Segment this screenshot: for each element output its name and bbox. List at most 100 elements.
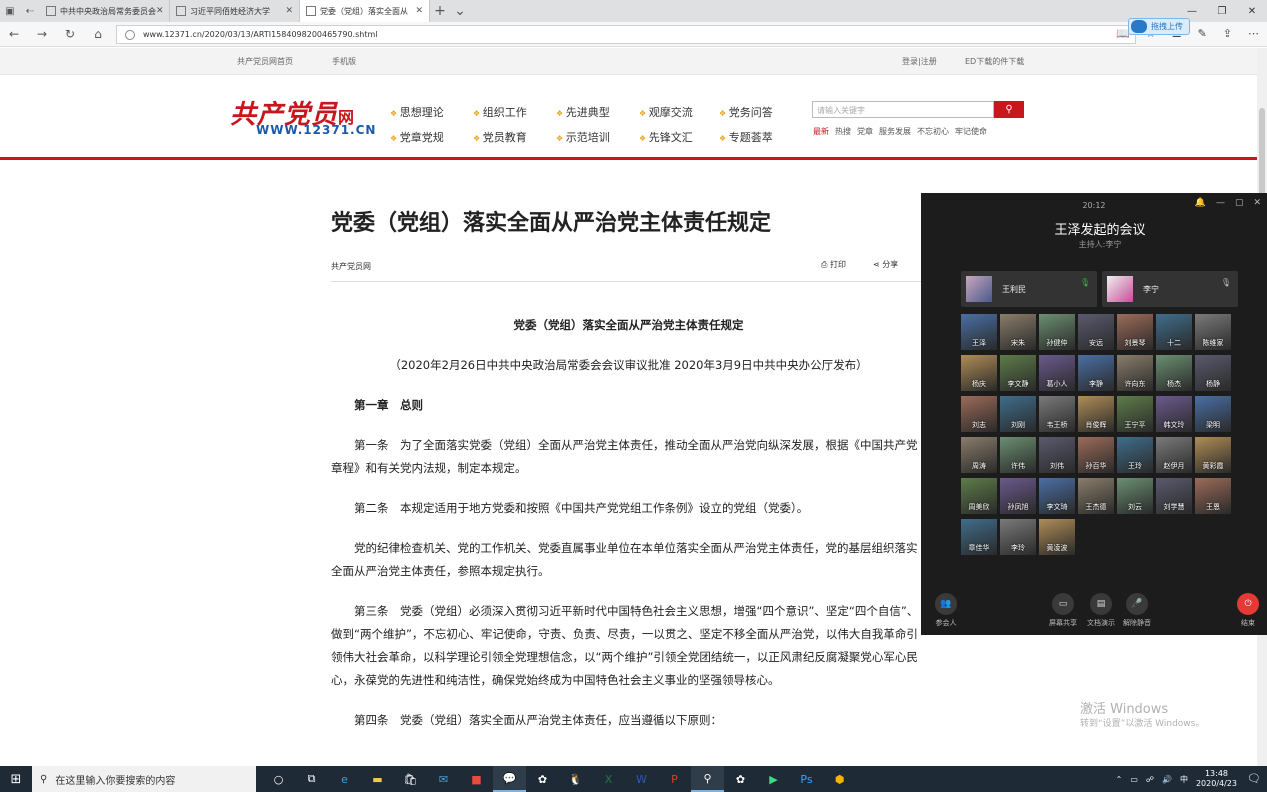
share-button[interactable]: ⋖ 分享	[873, 259, 898, 270]
notification-icon[interactable]: 🗨	[1247, 772, 1261, 785]
wechat-icon[interactable]: 💬	[493, 766, 526, 792]
nav-item[interactable]: 党员教育	[473, 129, 556, 145]
participant-tile[interactable]: 许向东	[1117, 355, 1153, 391]
participant-tile[interactable]: 十二	[1156, 314, 1192, 350]
new-tab-button[interactable]: +	[430, 3, 450, 19]
ime-indicator[interactable]: 中	[1180, 774, 1188, 785]
home-icon[interactable]: ⌂	[84, 27, 112, 41]
more-icon[interactable]: ⋯	[1248, 27, 1259, 40]
screen-share-button[interactable]: ▭ 屏幕共享	[1049, 593, 1077, 628]
participant-tile[interactable]: 宋朱	[1000, 314, 1036, 350]
battery-icon[interactable]: ▭	[1130, 775, 1138, 784]
participant-tile[interactable]: 韩文玲	[1156, 396, 1192, 432]
participant-tile[interactable]: 黄彩霞	[1195, 437, 1231, 473]
hot-link[interactable]: 服务发展	[879, 126, 911, 137]
participant-tile[interactable]: 韦王桥	[1039, 396, 1075, 432]
windows-start-icon[interactable]: ⊞	[0, 766, 32, 792]
volume-icon[interactable]: 🔊	[1162, 775, 1172, 784]
cloud-app-icon[interactable]: ✿	[724, 766, 757, 792]
cortana-icon[interactable]: ○	[262, 766, 295, 792]
notes-icon[interactable]: ✎	[1198, 27, 1207, 40]
nav-item[interactable]: 示范培训	[556, 129, 639, 145]
participant-tile[interactable]: 孙健仲	[1039, 314, 1075, 350]
tab-3-active[interactable]: 党委（党组）落实全面从 ✕	[300, 0, 430, 22]
excel-icon[interactable]: X	[592, 766, 625, 792]
app-icon[interactable]: ⬢	[823, 766, 856, 792]
minimize-icon[interactable]: —	[1216, 198, 1225, 208]
nav-item[interactable]: 先进典型	[556, 104, 639, 120]
meeting-app-icon[interactable]: ✿	[526, 766, 559, 792]
chevron-up-icon[interactable]: ⌃	[1116, 775, 1123, 784]
nav-item[interactable]: 组织工作	[473, 104, 556, 120]
participant-tile[interactable]: 李文琦	[1039, 478, 1075, 514]
restore-icon[interactable]: ❐	[1207, 0, 1237, 22]
maximize-icon[interactable]: ▢	[1235, 198, 1244, 208]
participant-tile[interactable]: 刘伟	[1039, 437, 1075, 473]
chevron-down-icon[interactable]: ⌄	[450, 3, 470, 19]
network-icon[interactable]: ☍	[1146, 775, 1154, 784]
clock[interactable]: 13:48 2020/4/23	[1196, 769, 1237, 789]
hot-link[interactable]: 牢记使命	[955, 126, 987, 137]
app-icon[interactable]: ■	[460, 766, 493, 792]
participant-tile[interactable]: 许伟	[1000, 437, 1036, 473]
participant-tile[interactable]: 王杰德	[1078, 478, 1114, 514]
end-meeting-button[interactable]: ⏻ 结束	[1237, 593, 1259, 628]
back-icon[interactable]: ←	[0, 27, 28, 41]
participant-tile[interactable]: 杨静	[1195, 355, 1231, 391]
close-window-icon[interactable]: ✕	[1237, 0, 1267, 22]
nav-item[interactable]: 党务问答	[719, 104, 799, 120]
tab-1[interactable]: 中共中央政治局常务委员会 ✕	[40, 0, 170, 22]
participant-tile[interactable]: 李静	[1078, 355, 1114, 391]
search-button[interactable]: ⚲	[994, 101, 1024, 118]
mute-button[interactable]: 🎤 解除静音	[1123, 593, 1151, 628]
tab-2[interactable]: 习近平同佰姓经济大学 ✕	[170, 0, 300, 22]
participant-tile[interactable]: 杨杰	[1156, 355, 1192, 391]
participant-tile[interactable]: 刘刚	[1000, 396, 1036, 432]
share-icon[interactable]: ⇪	[1223, 27, 1232, 40]
members-button[interactable]: 👥 参会人	[935, 593, 957, 628]
refresh-icon[interactable]: ↻	[56, 27, 84, 41]
host-tile[interactable]: 李宁 🎙	[1102, 271, 1238, 307]
url-input[interactable]: www.12371.cn/2020/03/13/ARTI158409820046…	[116, 25, 1136, 44]
hot-link[interactable]: 不忘初心	[917, 126, 949, 137]
nav-item[interactable]: 思想理论	[390, 104, 473, 120]
hot-link[interactable]: 党章	[857, 126, 873, 137]
participant-tile[interactable]: 刘云	[1117, 478, 1153, 514]
participant-tile[interactable]: 陈维家	[1195, 314, 1231, 350]
close-icon[interactable]: ✕	[415, 6, 423, 16]
powerpoint-icon[interactable]: P	[658, 766, 691, 792]
participant-tile[interactable]: 王宁平	[1117, 396, 1153, 432]
hot-link[interactable]: 热搜	[835, 126, 851, 137]
participant-tile[interactable]: 葛小人	[1039, 355, 1075, 391]
participant-tile[interactable]: 刘志	[961, 396, 997, 432]
nav-item[interactable]: 先锋文汇	[639, 129, 719, 145]
qq-icon[interactable]: 🐧	[559, 766, 592, 792]
task-view-icon[interactable]: ⧉	[295, 766, 328, 792]
print-button[interactable]: ⎙ 打印	[821, 259, 846, 270]
participant-tile[interactable]: 王泽	[961, 314, 997, 350]
participant-tile[interactable]: 孙百华	[1078, 437, 1114, 473]
doc-share-button[interactable]: ▤ 文档演示	[1087, 593, 1115, 628]
close-icon[interactable]: ✕	[156, 6, 164, 16]
participant-tile[interactable]: 王玲	[1117, 437, 1153, 473]
photoshop-icon[interactable]: Ps	[790, 766, 823, 792]
mail-icon[interactable]: ✉	[427, 766, 460, 792]
close-icon[interactable]: ✕	[1253, 198, 1261, 208]
store-icon[interactable]: 🛍	[394, 766, 427, 792]
participant-tile[interactable]: 周涛	[961, 437, 997, 473]
word-icon[interactable]: W	[625, 766, 658, 792]
participant-tile[interactable]: 黄凌波	[1039, 519, 1075, 555]
bell-icon[interactable]: 🔔	[1195, 198, 1206, 208]
taskbar-search[interactable]: ⚲ 在这里输入你要搜索的内容	[32, 766, 256, 792]
nav-item[interactable]: 党章党规	[390, 129, 473, 145]
participant-tile[interactable]: 刘景琴	[1117, 314, 1153, 350]
participant-tile[interactable]: 李文静	[1000, 355, 1036, 391]
file-explorer-icon[interactable]: ▬	[361, 766, 394, 792]
nav-item[interactable]: 观摩交流	[639, 104, 719, 120]
tab-back-icon[interactable]: ⇠	[20, 0, 40, 22]
hot-link[interactable]: 最新	[813, 126, 829, 137]
speaker-tile[interactable]: 王利民 🎙	[961, 271, 1097, 307]
site-search-input[interactable]: 请输入关键字	[812, 101, 994, 118]
nav-item[interactable]: 专题荟萃	[719, 129, 799, 145]
participant-tile[interactable]: 赵伊月	[1156, 437, 1192, 473]
